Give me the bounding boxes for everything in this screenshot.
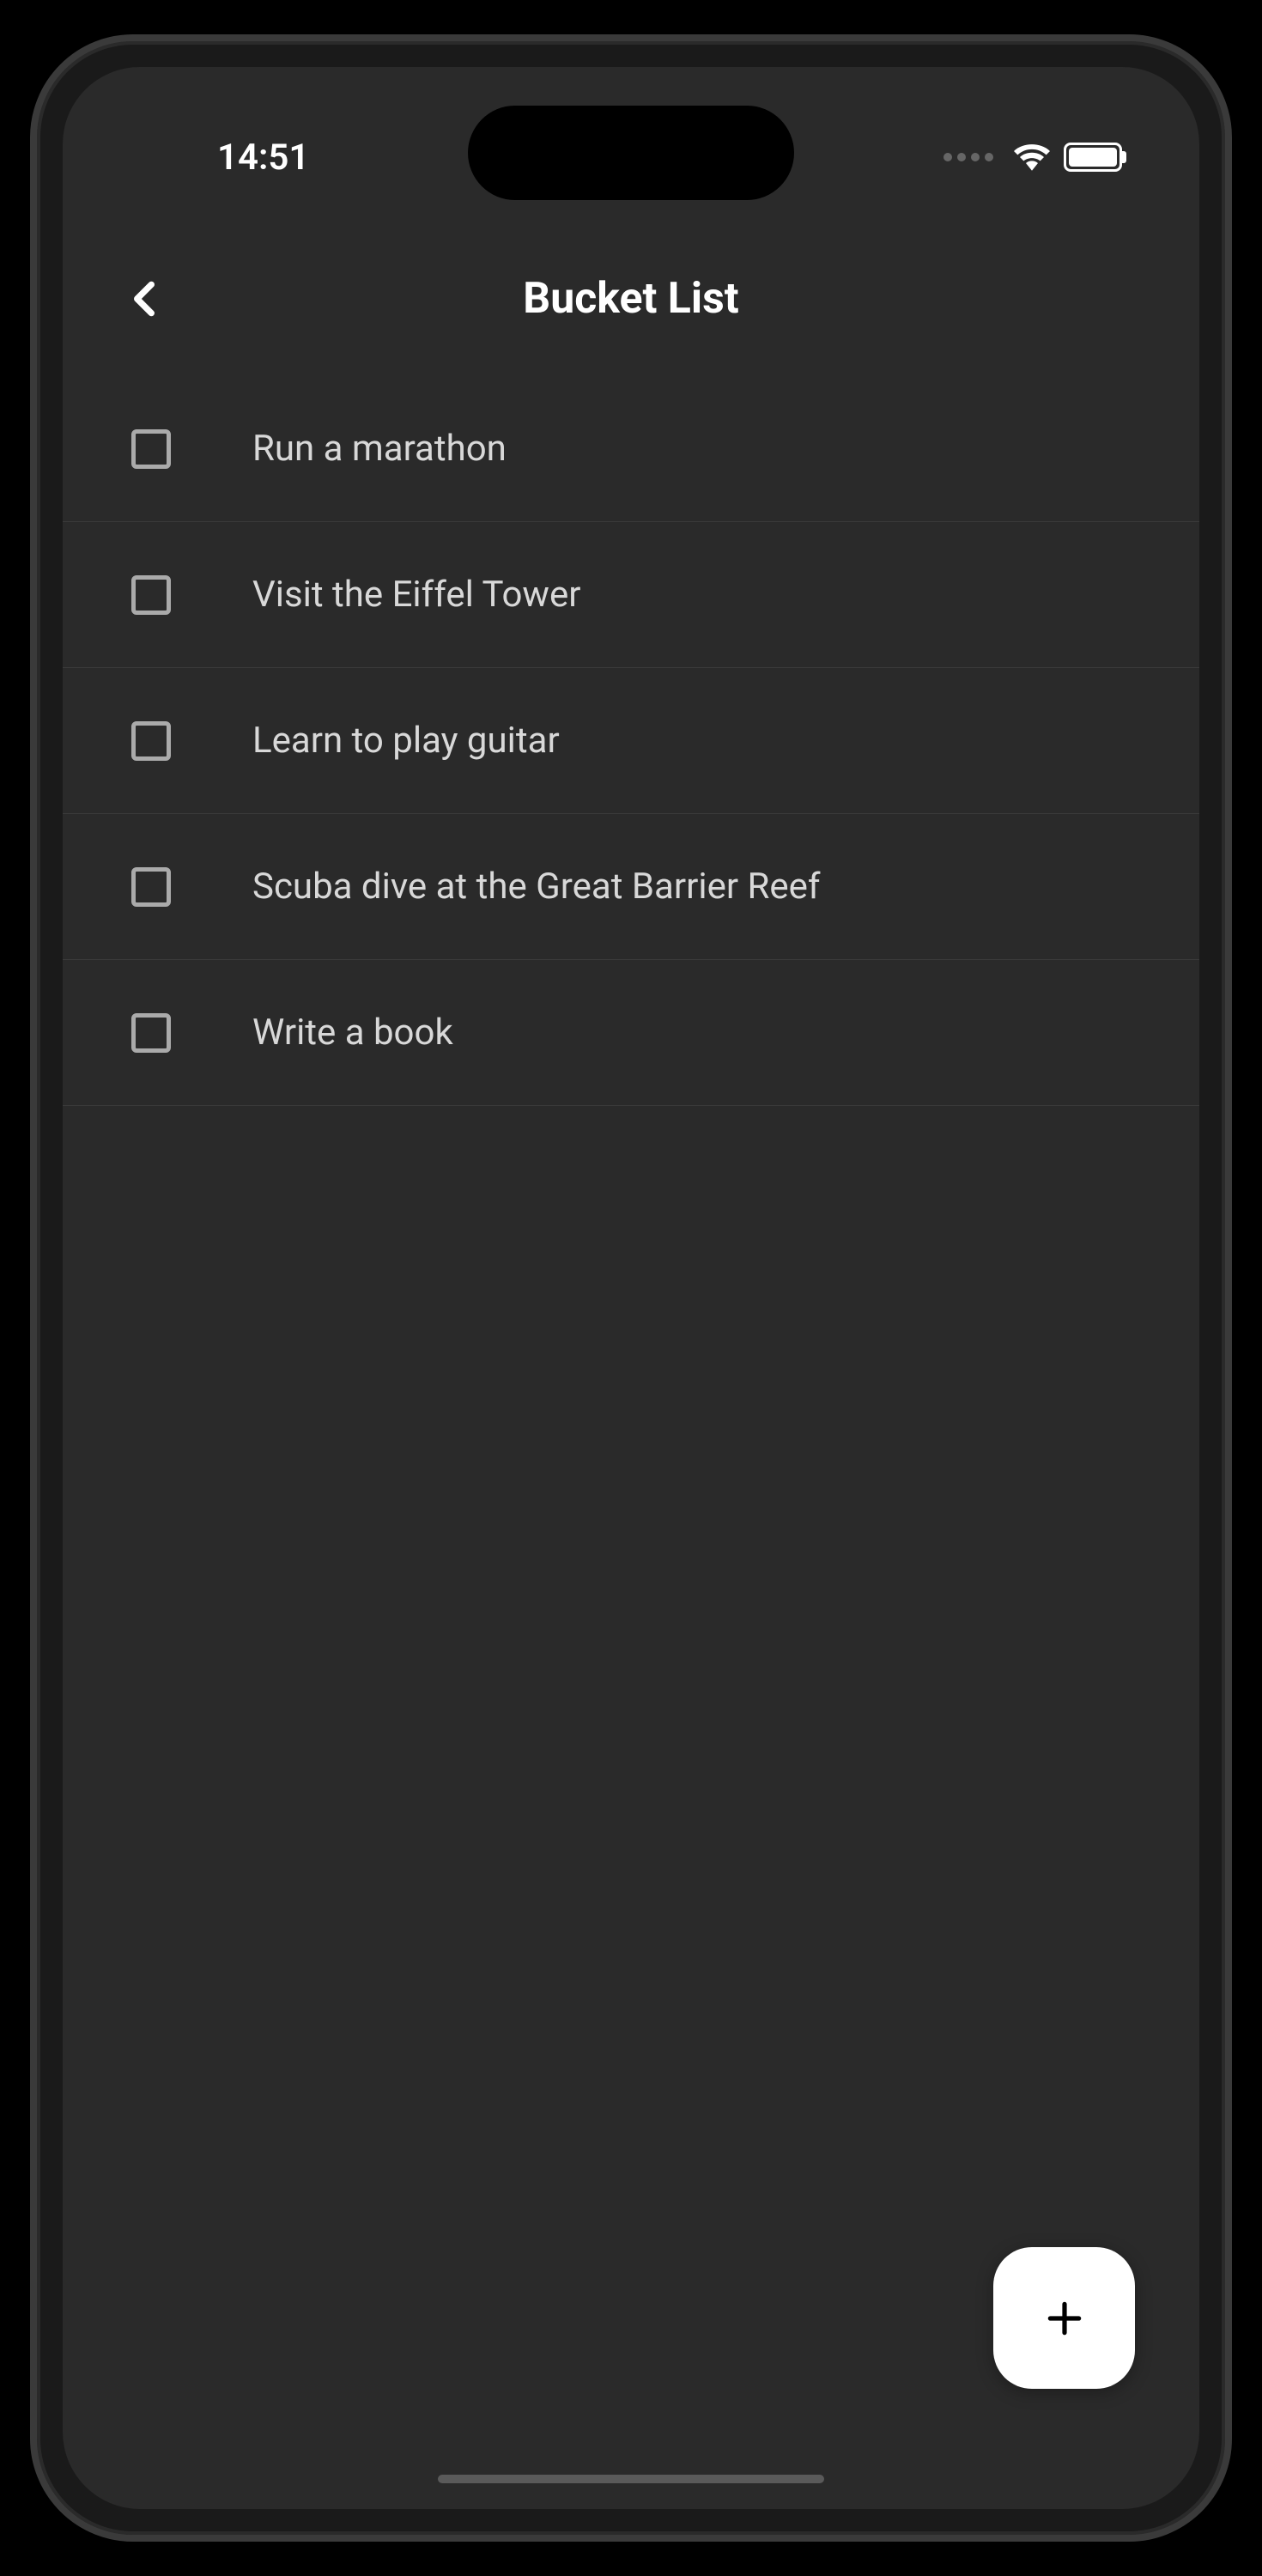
- wifi-icon: [1014, 143, 1050, 171]
- header: Bucket List: [63, 222, 1199, 376]
- battery-icon: [1064, 143, 1122, 172]
- list-container: Run a marathon Visit the Eiffel Tower Le…: [63, 376, 1199, 1106]
- plus-icon: [1043, 2297, 1086, 2340]
- dynamic-island: [468, 106, 794, 200]
- app-content: Bucket List Run a marathon Visit the Eif…: [63, 222, 1199, 2509]
- cellular-dots-icon: [943, 153, 993, 161]
- page-title: Bucket List: [523, 274, 738, 324]
- item-label: Visit the Eiffel Tower: [252, 574, 581, 616]
- status-icons: [943, 143, 1122, 172]
- item-label: Scuba dive at the Great Barrier Reef: [252, 866, 821, 908]
- phone-screen: 14:51: [63, 67, 1199, 2509]
- checkbox[interactable]: [131, 1013, 171, 1053]
- item-label: Write a book: [252, 1012, 453, 1054]
- list-item[interactable]: Learn to play guitar: [63, 668, 1199, 814]
- chevron-left-icon: [123, 277, 166, 320]
- checkbox[interactable]: [131, 867, 171, 907]
- back-button[interactable]: [118, 273, 170, 325]
- checkbox[interactable]: [131, 721, 171, 761]
- item-label: Run a marathon: [252, 428, 507, 470]
- list-item[interactable]: Write a book: [63, 960, 1199, 1106]
- checkbox[interactable]: [131, 429, 171, 469]
- checkbox[interactable]: [131, 575, 171, 615]
- list-item[interactable]: Visit the Eiffel Tower: [63, 522, 1199, 668]
- status-time: 14:51: [217, 137, 309, 179]
- add-item-button[interactable]: [993, 2247, 1135, 2389]
- list-item[interactable]: Scuba dive at the Great Barrier Reef: [63, 814, 1199, 960]
- phone-frame: 14:51: [0, 0, 1262, 2576]
- item-label: Learn to play guitar: [252, 720, 560, 762]
- list-item[interactable]: Run a marathon: [63, 376, 1199, 522]
- home-indicator[interactable]: [438, 2475, 824, 2483]
- phone-body: 14:51: [30, 34, 1232, 2542]
